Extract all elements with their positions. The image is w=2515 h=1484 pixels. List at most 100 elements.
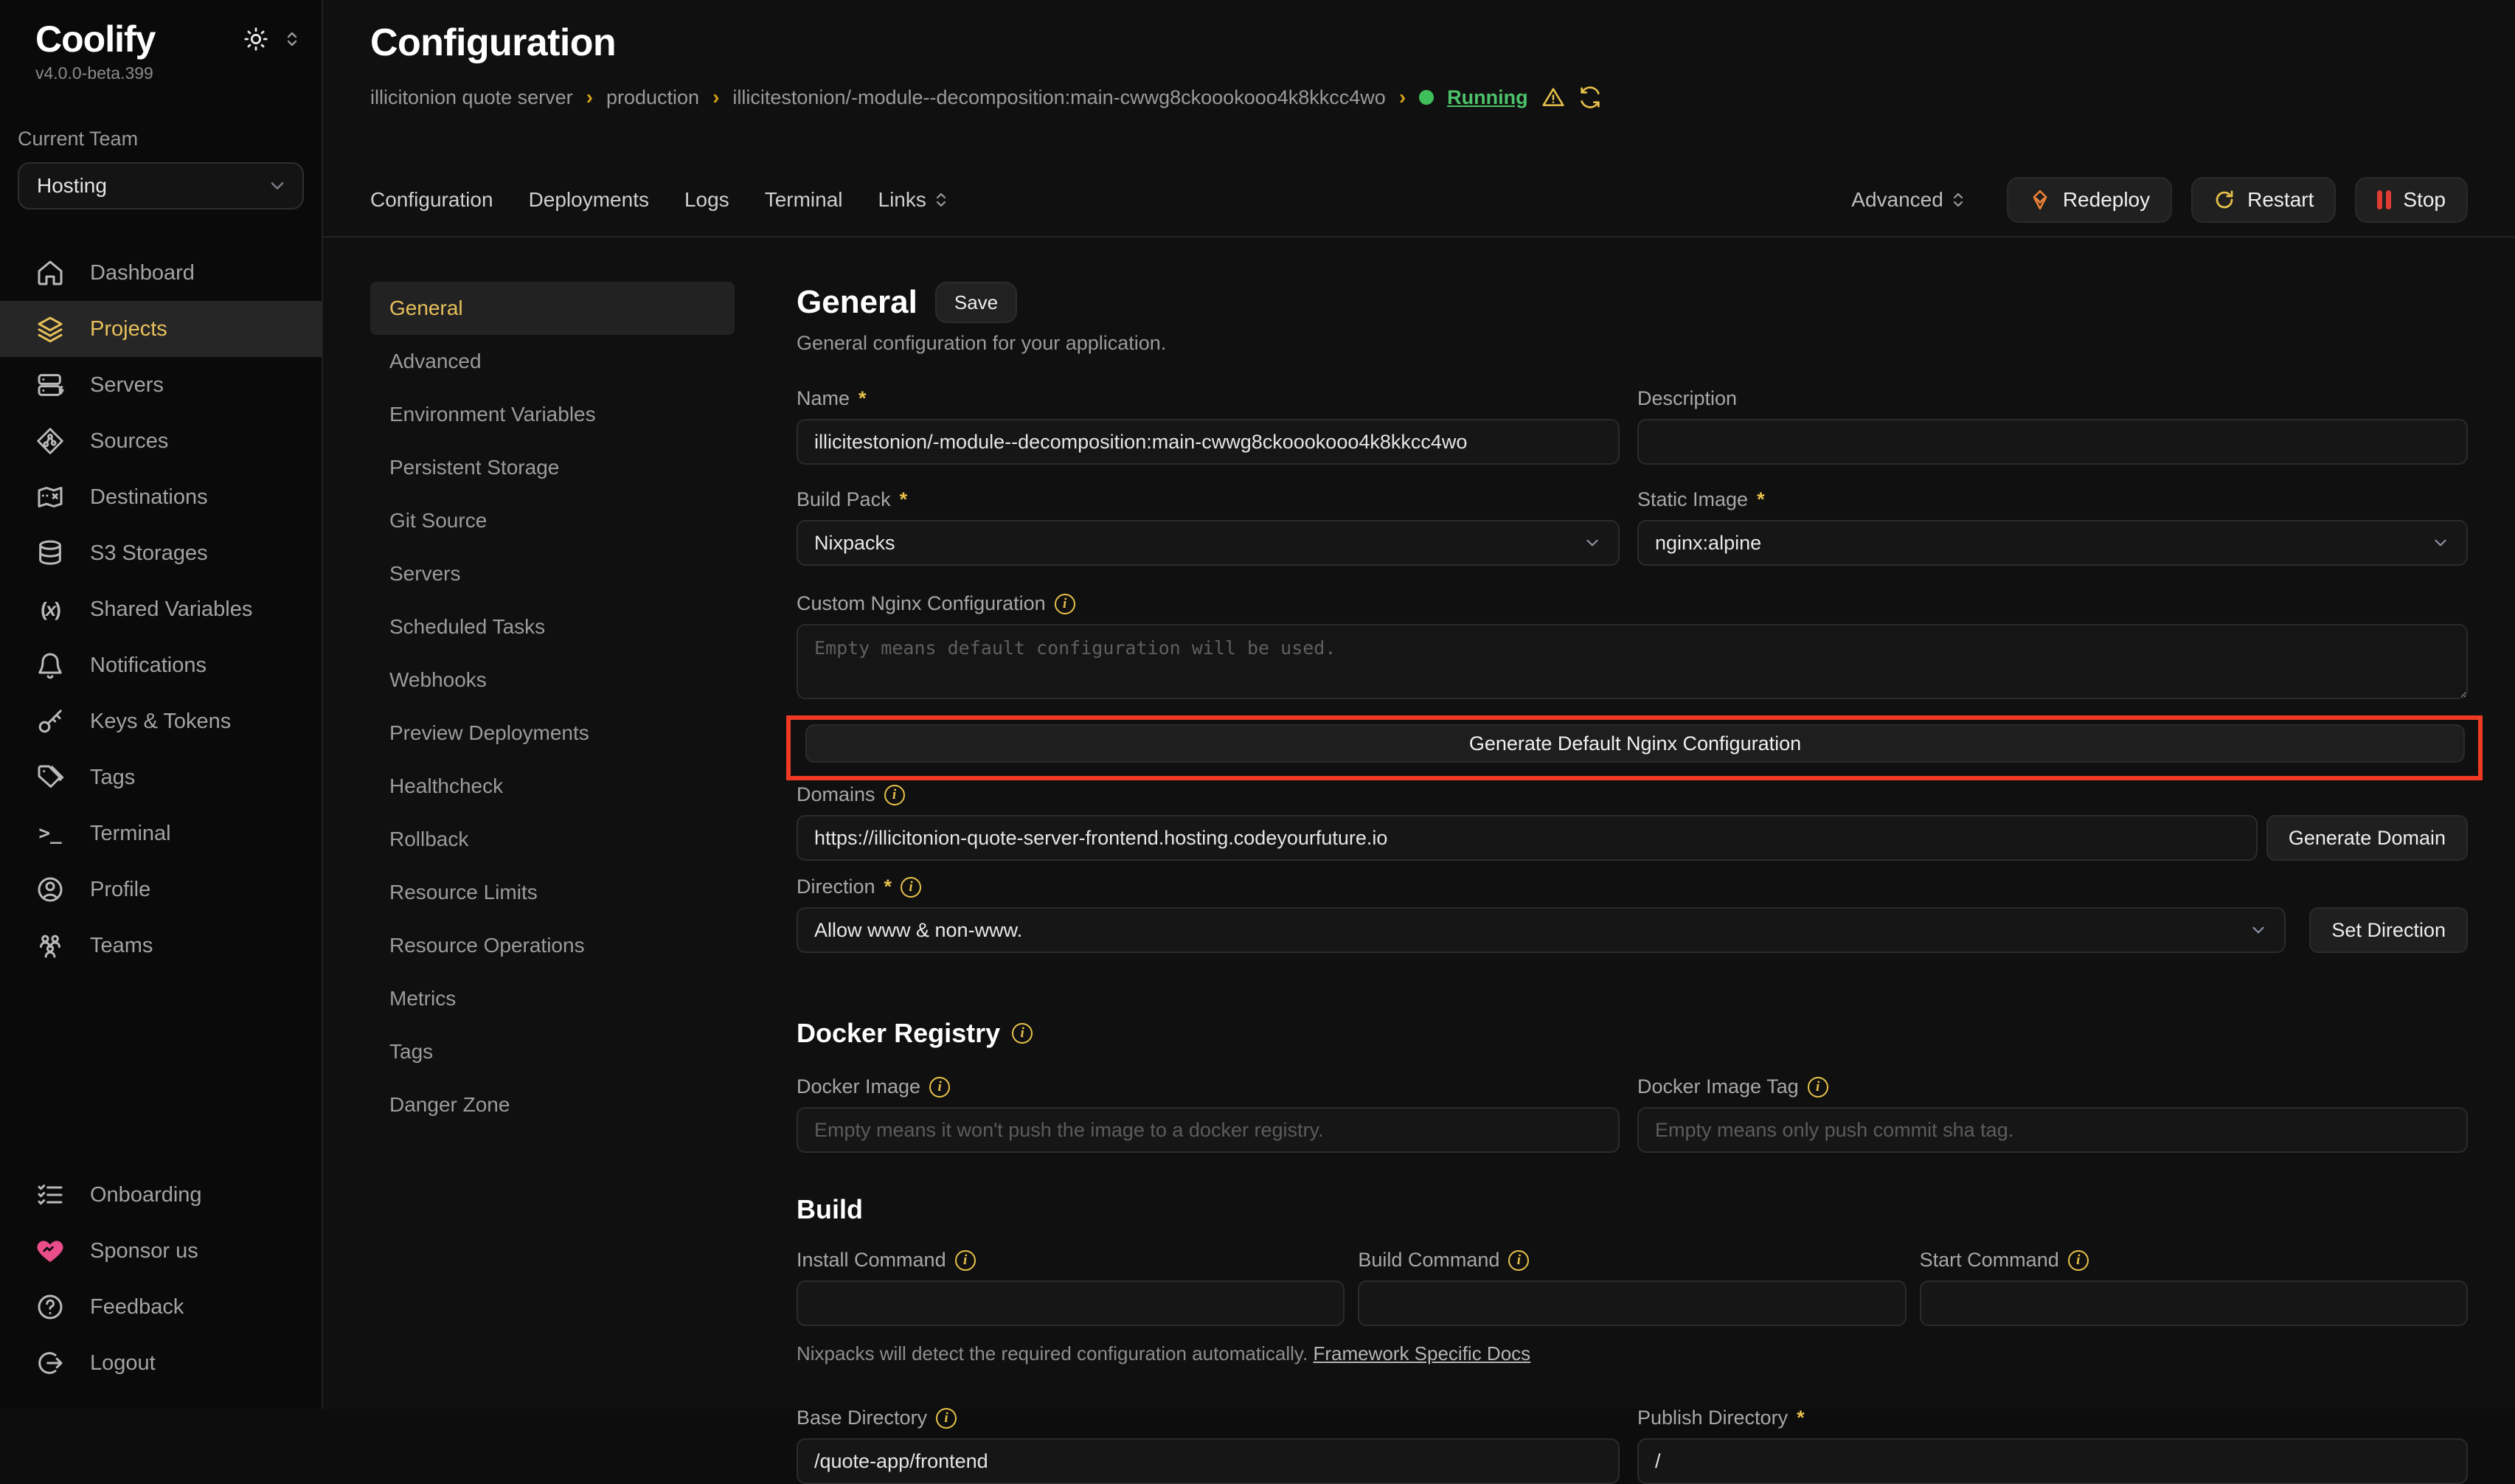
breadcrumb-project[interactable]: illicitonion quote server xyxy=(370,86,573,109)
sidebar-item-tags[interactable]: Tags xyxy=(0,749,322,805)
build-pack-select[interactable]: Nixpacks xyxy=(797,520,1620,566)
sidebar-item-teams[interactable]: Teams xyxy=(0,918,322,974)
config-subnav: General Advanced Environment Variables P… xyxy=(370,282,735,1484)
breadcrumb-resource[interactable]: illicitestonion/-module--decomposition:m… xyxy=(732,86,1385,109)
subnav-healthcheck[interactable]: Healthcheck xyxy=(370,760,735,813)
custom-nginx-textarea[interactable] xyxy=(797,624,2468,699)
chevrons-up-down-icon xyxy=(1949,190,1967,209)
theme-select-chevrons-icon[interactable] xyxy=(283,29,301,49)
subnav-advanced[interactable]: Advanced xyxy=(370,335,735,388)
description-label: Description xyxy=(1637,387,1737,410)
info-icon[interactable]: i xyxy=(1508,1250,1529,1271)
start-command-input[interactable] xyxy=(1920,1280,2468,1326)
domains-input[interactable] xyxy=(797,815,2258,861)
advanced-dropdown[interactable]: Advanced xyxy=(1851,188,1967,212)
docker-image-tag-input[interactable] xyxy=(1637,1107,2468,1153)
theme-toggle-sun-icon[interactable] xyxy=(243,27,268,52)
sidebar-item-sources[interactable]: Sources xyxy=(0,413,322,469)
subnav-persistent-storage[interactable]: Persistent Storage xyxy=(370,441,735,494)
subnav-resource-operations[interactable]: Resource Operations xyxy=(370,919,735,972)
annotation-highlight-box: Generate Default Nginx Configuration xyxy=(786,715,2483,780)
users-icon xyxy=(35,931,65,960)
chevrons-up-down-icon xyxy=(932,190,950,209)
sidebar-item-feedback[interactable]: Feedback xyxy=(0,1279,322,1335)
subnav-metrics[interactable]: Metrics xyxy=(370,972,735,1025)
sidebar-item-servers[interactable]: Servers xyxy=(0,357,322,413)
sidebar-item-terminal[interactable]: >_ Terminal xyxy=(0,805,322,861)
tab-configuration[interactable]: Configuration xyxy=(370,188,493,212)
main-area: Configuration illicitonion quote server … xyxy=(323,0,2515,1409)
info-icon[interactable]: i xyxy=(1055,594,1075,614)
team-select[interactable]: Hosting xyxy=(18,162,304,209)
redeploy-button[interactable]: Redeploy xyxy=(2007,177,2172,223)
sidebar-item-notifications[interactable]: Notifications xyxy=(0,637,322,693)
info-icon[interactable]: i xyxy=(1012,1023,1033,1044)
subnav-danger-zone[interactable]: Danger Zone xyxy=(370,1078,735,1131)
info-icon[interactable]: i xyxy=(1808,1077,1828,1098)
static-image-select[interactable]: nginx:alpine xyxy=(1637,520,2468,566)
info-icon[interactable]: i xyxy=(2068,1250,2089,1271)
pause-icon xyxy=(2377,190,2391,209)
sidebar-item-sponsor[interactable]: Sponsor us xyxy=(0,1223,322,1279)
save-button[interactable]: Save xyxy=(935,282,1017,323)
stop-button[interactable]: Stop xyxy=(2355,177,2468,223)
restart-button[interactable]: Restart xyxy=(2191,177,2336,223)
refresh-icon[interactable] xyxy=(1578,86,1602,109)
description-input[interactable] xyxy=(1637,419,2468,465)
install-command-input[interactable] xyxy=(797,1280,1345,1326)
breadcrumb-environment[interactable]: production xyxy=(606,86,699,109)
breadcrumb: illicitonion quote server › production ›… xyxy=(370,86,2468,109)
logout-icon xyxy=(35,1348,65,1378)
subnav-rollback[interactable]: Rollback xyxy=(370,813,735,866)
chevron-down-icon xyxy=(2249,920,2268,940)
sidebar-item-keys-tokens[interactable]: Keys & Tokens xyxy=(0,693,322,749)
subnav-tags[interactable]: Tags xyxy=(370,1025,735,1078)
name-input[interactable] xyxy=(797,419,1620,465)
sidebar-item-projects[interactable]: Projects xyxy=(0,301,322,357)
tab-deployments[interactable]: Deployments xyxy=(529,188,649,212)
subnav-servers[interactable]: Servers xyxy=(370,547,735,600)
tab-terminal[interactable]: Terminal xyxy=(765,188,843,212)
subnav-webhooks[interactable]: Webhooks xyxy=(370,653,735,707)
heart-icon xyxy=(35,1236,65,1266)
current-team-label: Current Team xyxy=(0,83,322,150)
build-command-label: Build Command xyxy=(1358,1249,1499,1272)
subnav-preview-deployments[interactable]: Preview Deployments xyxy=(370,707,735,760)
sidebar-item-destinations[interactable]: Destinations xyxy=(0,469,322,525)
build-command-input[interactable] xyxy=(1358,1280,1906,1326)
info-icon[interactable]: i xyxy=(936,1408,957,1429)
subnav-general[interactable]: General xyxy=(370,282,735,335)
sidebar-item-s3-storages[interactable]: S3 Storages xyxy=(0,525,322,581)
info-icon[interactable]: i xyxy=(929,1077,950,1098)
base-directory-input[interactable] xyxy=(797,1438,1620,1484)
tab-links[interactable]: Links xyxy=(878,188,950,212)
info-icon[interactable]: i xyxy=(901,877,921,898)
chevron-down-icon xyxy=(2431,533,2450,552)
warning-icon[interactable] xyxy=(1541,86,1565,109)
generate-domain-button[interactable]: Generate Domain xyxy=(2266,815,2468,861)
database-icon xyxy=(35,538,65,568)
sidebar-item-logout[interactable]: Logout xyxy=(0,1335,322,1391)
docker-image-input[interactable] xyxy=(797,1107,1620,1153)
sidebar-item-dashboard[interactable]: Dashboard xyxy=(0,245,322,301)
info-icon[interactable]: i xyxy=(884,785,905,805)
variable-icon: (x) xyxy=(35,594,65,624)
sidebar-item-onboarding[interactable]: Onboarding xyxy=(0,1167,322,1223)
info-icon[interactable]: i xyxy=(955,1250,976,1271)
framework-docs-link[interactable]: Framework Specific Docs xyxy=(1313,1342,1530,1365)
subnav-scheduled-tasks[interactable]: Scheduled Tasks xyxy=(370,600,735,653)
generate-nginx-button[interactable]: Generate Default Nginx Configuration xyxy=(805,724,2465,763)
status-dot xyxy=(1419,90,1434,105)
subnav-resource-limits[interactable]: Resource Limits xyxy=(370,866,735,919)
subnav-environment-variables[interactable]: Environment Variables xyxy=(370,388,735,441)
direction-select[interactable]: Allow www & non-www. xyxy=(797,907,2286,953)
sidebar-item-shared-variables[interactable]: (x) Shared Variables xyxy=(0,581,322,637)
set-direction-button[interactable]: Set Direction xyxy=(2309,907,2468,953)
subnav-git-source[interactable]: Git Source xyxy=(370,494,735,547)
publish-directory-input[interactable] xyxy=(1637,1438,2468,1484)
sidebar-item-profile[interactable]: Profile xyxy=(0,861,322,918)
status-running-link[interactable]: Running xyxy=(1447,86,1527,109)
tabs-row: Configuration Deployments Logs Terminal … xyxy=(370,177,2468,223)
tab-logs[interactable]: Logs xyxy=(684,188,729,212)
server-icon xyxy=(35,370,65,400)
